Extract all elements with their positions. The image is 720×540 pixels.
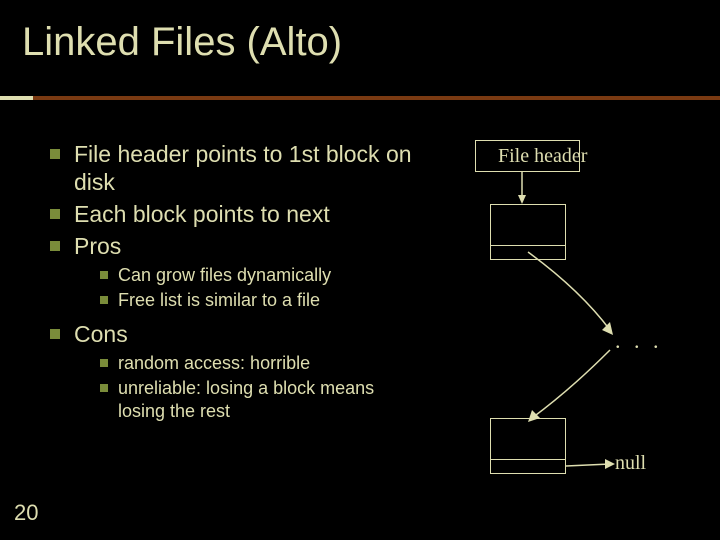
arrow-head-icon bbox=[605, 459, 615, 469]
sub-bullet-item: Can grow files dynamically bbox=[96, 264, 414, 287]
sub-bullet-item: unreliable: losing a block means losing … bbox=[96, 377, 414, 423]
arrow-line bbox=[566, 464, 610, 466]
slide: Linked Files (Alto) File header points t… bbox=[0, 0, 720, 540]
sub-bullet-text: Free list is similar to a file bbox=[118, 290, 320, 310]
arrow-line bbox=[532, 350, 610, 418]
sub-bullet-list: random access: horrible unreliable: losi… bbox=[74, 352, 414, 423]
bullet-text: Each block points to next bbox=[74, 201, 330, 227]
sub-bullet-item: random access: horrible bbox=[96, 352, 414, 375]
page-number: 20 bbox=[14, 500, 38, 526]
bullet-text: Pros bbox=[74, 233, 121, 259]
sub-bullet-list: Can grow files dynamically Free list is … bbox=[74, 264, 414, 312]
linked-list-diagram: File header . . . null bbox=[460, 140, 700, 500]
bullet-item: Pros Can grow files dynamically Free lis… bbox=[44, 232, 414, 312]
sub-bullet-item: Free list is similar to a file bbox=[96, 289, 414, 312]
arrow-head-icon bbox=[602, 322, 613, 335]
sub-bullet-text: Can grow files dynamically bbox=[118, 265, 331, 285]
title-divider bbox=[0, 96, 720, 100]
arrow-line bbox=[528, 252, 610, 330]
bullet-item: Each block points to next bbox=[44, 200, 414, 228]
sub-bullet-text: random access: horrible bbox=[118, 353, 310, 373]
diagram-arrows bbox=[460, 140, 700, 500]
arrow-head-icon bbox=[528, 410, 540, 422]
content-area: File header points to 1st block on disk … bbox=[44, 140, 414, 431]
bullet-item: File header points to 1st block on disk bbox=[44, 140, 414, 196]
sub-bullet-text: unreliable: losing a block means losing … bbox=[118, 378, 374, 421]
bullet-text: File header points to 1st block on disk bbox=[74, 141, 412, 195]
slide-title: Linked Files (Alto) bbox=[22, 20, 342, 65]
bullet-list: File header points to 1st block on disk … bbox=[44, 140, 414, 423]
bullet-item: Cons random access: horrible unreliable:… bbox=[44, 320, 414, 423]
arrow-head-icon bbox=[518, 195, 526, 204]
bullet-text: Cons bbox=[74, 321, 128, 347]
